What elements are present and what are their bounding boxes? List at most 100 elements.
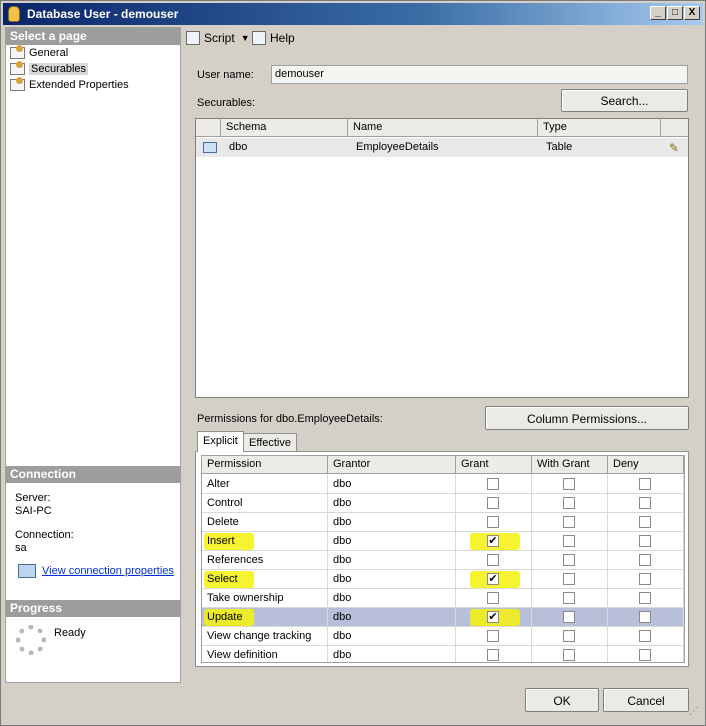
search-button[interactable]: Search... — [561, 89, 688, 112]
table-row[interactable]: References dbo — [202, 551, 684, 570]
row-type: Table — [546, 141, 573, 153]
col-with-grant[interactable]: With Grant — [532, 456, 608, 474]
property-page-icon — [10, 77, 25, 91]
with-grant-checkbox[interactable] — [563, 630, 575, 642]
table-row[interactable]: Update dbo ✔ — [202, 608, 684, 627]
maximize-button[interactable]: □ — [667, 6, 683, 20]
col-name[interactable]: Name — [348, 119, 538, 137]
tab-effective[interactable]: Effective — [243, 433, 297, 452]
edit-icon[interactable]: ✎ — [669, 141, 679, 155]
deny-checkbox[interactable] — [639, 535, 651, 547]
grant-checkbox[interactable]: ✔ — [487, 611, 499, 623]
grantor-value: dbo — [328, 608, 456, 627]
table-row[interactable]: Delete dbo — [202, 513, 684, 532]
deny-cell — [608, 475, 684, 494]
securables-label: Securables: — [197, 97, 256, 109]
with-grant-checkbox[interactable] — [563, 611, 575, 623]
deny-checkbox[interactable] — [639, 516, 651, 528]
with-grant-checkbox[interactable] — [563, 497, 575, 509]
grant-checkbox[interactable]: ✔ — [487, 535, 499, 547]
help-button[interactable]: Help — [252, 30, 295, 46]
database-user-dialog: Database User - demouser _ □ X Select a … — [0, 0, 706, 726]
grant-cell: ✔ — [456, 570, 532, 589]
table-row[interactable]: Select dbo ✔ — [202, 570, 684, 589]
permission-name: Delete — [202, 513, 328, 532]
row-header-corner — [196, 119, 221, 137]
with-grant-cell — [532, 551, 608, 570]
table-row[interactable]: View definition dbo — [202, 646, 684, 662]
permission-name: Update — [202, 608, 328, 627]
permissions-grid[interactable]: Permission Grantor Grant With Grant Deny… — [201, 455, 685, 663]
with-grant-checkbox[interactable] — [563, 478, 575, 490]
deny-checkbox[interactable] — [639, 630, 651, 642]
chevron-down-icon[interactable]: ▼ — [241, 33, 250, 43]
deny-checkbox[interactable] — [639, 573, 651, 585]
ok-button[interactable]: OK — [525, 688, 599, 712]
close-button[interactable]: X — [684, 6, 700, 20]
grant-checkbox[interactable] — [487, 497, 499, 509]
help-icon — [252, 31, 266, 45]
deny-checkbox[interactable] — [639, 611, 651, 623]
grant-checkbox[interactable]: ✔ — [487, 573, 499, 585]
col-permission[interactable]: Permission — [202, 456, 328, 474]
table-row[interactable]: Insert dbo ✔ — [202, 532, 684, 551]
cancel-button[interactable]: Cancel — [603, 688, 689, 712]
column-permissions-button[interactable]: Column Permissions... — [485, 406, 689, 430]
col-deny[interactable]: Deny — [608, 456, 684, 474]
script-button[interactable]: Script ▼ — [186, 30, 250, 46]
connection-properties-icon — [18, 564, 36, 578]
deny-checkbox[interactable] — [639, 478, 651, 490]
deny-checkbox[interactable] — [639, 592, 651, 604]
grant-cell — [456, 627, 532, 646]
deny-checkbox[interactable] — [639, 554, 651, 566]
permission-name: View definition — [202, 646, 328, 662]
table-row[interactable]: Control dbo — [202, 494, 684, 513]
tab-explicit[interactable]: Explicit — [197, 431, 244, 452]
grant-checkbox[interactable] — [487, 630, 499, 642]
with-grant-checkbox[interactable] — [563, 592, 575, 604]
securables-page: Script ▼ Help User name: demouser Secura… — [182, 27, 703, 683]
deny-cell — [608, 494, 684, 513]
page-securables[interactable]: Securables — [10, 61, 89, 77]
connection-label: Connection: — [15, 529, 74, 541]
col-type[interactable]: Type — [538, 119, 661, 137]
grant-checkbox[interactable] — [487, 478, 499, 490]
table-row[interactable]: View change tracking dbo — [202, 627, 684, 646]
table-row[interactable]: Alter dbo — [202, 475, 684, 494]
progress-spinner-icon — [16, 625, 46, 655]
page-general[interactable]: General — [10, 45, 68, 61]
grant-checkbox[interactable] — [487, 554, 499, 566]
with-grant-cell — [532, 532, 608, 551]
grant-checkbox[interactable] — [487, 516, 499, 528]
grant-checkbox[interactable] — [487, 649, 499, 661]
grantor-value: dbo — [328, 532, 456, 551]
with-grant-checkbox[interactable] — [563, 649, 575, 661]
deny-checkbox[interactable] — [639, 497, 651, 509]
select-page-header: Select a page — [6, 28, 180, 45]
col-grantor[interactable]: Grantor — [328, 456, 456, 474]
username-field[interactable]: demouser — [271, 65, 688, 84]
with-grant-checkbox[interactable] — [563, 554, 575, 566]
grant-checkbox[interactable] — [487, 592, 499, 604]
with-grant-cell — [532, 608, 608, 627]
resize-grip-icon[interactable]: ⋰ — [689, 706, 699, 717]
col-schema[interactable]: Schema — [221, 119, 348, 137]
table-row[interactable]: Take ownership dbo — [202, 589, 684, 608]
deny-cell — [608, 551, 684, 570]
page-extended-properties[interactable]: Extended Properties — [10, 77, 129, 93]
view-connection-properties-link[interactable]: View connection properties — [42, 565, 174, 577]
permission-name: Alter — [202, 475, 328, 494]
with-grant-checkbox[interactable] — [563, 516, 575, 528]
permissions-panel: Permission Grantor Grant With Grant Deny… — [195, 451, 689, 667]
securables-grid[interactable]: Schema Name Type dbo EmployeeDetails Tab… — [195, 118, 689, 398]
with-grant-checkbox[interactable] — [563, 573, 575, 585]
title-bar[interactable]: Database User - demouser _ □ X — [3, 3, 703, 25]
minimize-button[interactable]: _ — [650, 6, 666, 20]
grant-cell: ✔ — [456, 608, 532, 627]
table-row[interactable]: dbo EmployeeDetails Table ✎ — [196, 138, 688, 157]
permission-name: Insert — [202, 532, 328, 551]
col-grant[interactable]: Grant — [456, 456, 532, 474]
grant-cell — [456, 551, 532, 570]
deny-checkbox[interactable] — [639, 649, 651, 661]
with-grant-checkbox[interactable] — [563, 535, 575, 547]
